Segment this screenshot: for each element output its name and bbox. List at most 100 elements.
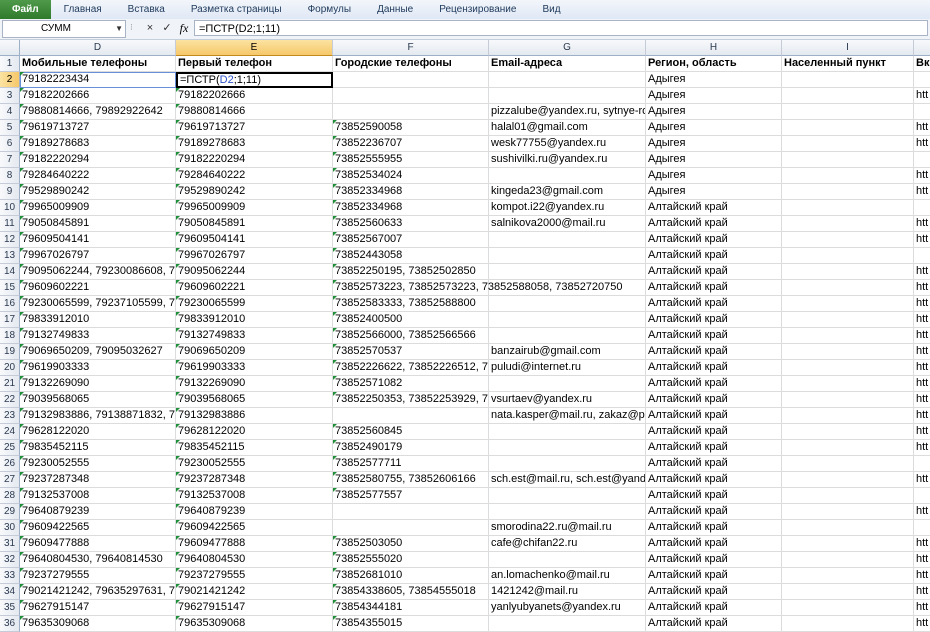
grid-cell[interactable]: 73852534024 <box>333 168 489 184</box>
grid-cell[interactable]: 79237279555 <box>20 568 176 584</box>
row-header[interactable]: 24 <box>0 424 20 440</box>
grid-cell[interactable]: Алтайский край <box>646 616 782 632</box>
grid-cell[interactable] <box>333 504 489 520</box>
grid-cell[interactable] <box>782 616 914 632</box>
tab-3[interactable]: Разметка страницы <box>178 0 295 19</box>
column-header[interactable] <box>914 40 930 56</box>
grid-cell[interactable]: 79835452115 <box>176 440 333 456</box>
grid-cell[interactable]: 73852566000, 73852566566 <box>333 328 489 344</box>
grid-cell[interactable]: Адыгея <box>646 120 782 136</box>
grid-cell[interactable]: 79609602221 <box>20 280 176 296</box>
grid-cell[interactable]: htt <box>914 264 930 280</box>
row-header[interactable]: 9 <box>0 184 20 200</box>
grid-cell[interactable]: 79619713727 <box>176 120 333 136</box>
grid-cell[interactable] <box>782 168 914 184</box>
grid-cell[interactable]: Алтайский край <box>646 280 782 296</box>
row-header[interactable]: 22 <box>0 392 20 408</box>
grid-cell[interactable]: 79189278683 <box>176 136 333 152</box>
grid-cell[interactable]: 73852250353, 73852253929, 7385 <box>333 392 489 408</box>
grid-cell[interactable]: 79640804530, 79640814530 <box>20 552 176 568</box>
grid-cell[interactable]: smorodina22.ru@mail.ru <box>489 520 646 536</box>
grid-cell[interactable]: 73852334968 <box>333 200 489 216</box>
grid-cell[interactable]: htt <box>914 568 930 584</box>
grid-cell[interactable] <box>489 232 646 248</box>
grid-cell[interactable] <box>782 440 914 456</box>
grid-cell[interactable] <box>914 456 930 472</box>
tab-1[interactable]: Главная <box>51 0 115 19</box>
grid-cell[interactable]: 73854355015 <box>333 616 489 632</box>
grid-cell[interactable]: 79609504141 <box>20 232 176 248</box>
grid-cell[interactable] <box>782 360 914 376</box>
grid-cell[interactable]: 73852503050 <box>333 536 489 552</box>
row-header[interactable]: 30 <box>0 520 20 536</box>
grid-cell[interactable] <box>782 504 914 520</box>
grid-cell[interactable]: htt <box>914 280 930 296</box>
select-all-button[interactable] <box>0 40 20 56</box>
grid-cell[interactable]: Алтайский край <box>646 584 782 600</box>
grid-cell[interactable]: htt <box>914 584 930 600</box>
grid-cell[interactable]: 79967026797 <box>20 248 176 264</box>
grid-cell[interactable]: sch.est@mail.ru, sch.est@yando <box>489 472 646 488</box>
grid-cell[interactable]: 79182202666 <box>20 88 176 104</box>
grid-cell[interactable]: 79132537008 <box>176 488 333 504</box>
grid-cell[interactable]: 73852577711 <box>333 456 489 472</box>
grid-cell[interactable]: 79640879239 <box>20 504 176 520</box>
grid-cell[interactable]: Алтайский край <box>646 296 782 312</box>
grid-cell[interactable] <box>489 280 646 296</box>
grid-cell[interactable]: vsurtaev@yandex.ru <box>489 392 646 408</box>
grid-cell[interactable] <box>782 136 914 152</box>
grid-cell[interactable] <box>782 584 914 600</box>
grid-cell[interactable]: 79640804530 <box>176 552 333 568</box>
grid-cell[interactable] <box>782 472 914 488</box>
row-header[interactable]: 31 <box>0 536 20 552</box>
grid-cell[interactable]: Алтайский край <box>646 328 782 344</box>
grid-cell[interactable]: htt <box>914 168 930 184</box>
chevron-down-icon[interactable]: ▼ <box>115 21 123 37</box>
header-cell[interactable]: Мобильные телефоны <box>20 56 176 72</box>
grid-cell[interactable] <box>782 88 914 104</box>
grid-cell[interactable]: Алтайский край <box>646 568 782 584</box>
grid-cell[interactable]: 79237287348 <box>176 472 333 488</box>
grid-cell[interactable] <box>489 504 646 520</box>
grid-cell[interactable]: htt <box>914 472 930 488</box>
grid-cell[interactable] <box>782 552 914 568</box>
column-header[interactable]: F <box>333 40 489 56</box>
grid-cell[interactable]: Алтайский край <box>646 312 782 328</box>
grid-cell[interactable]: htt <box>914 616 930 632</box>
grid-cell[interactable] <box>489 72 646 88</box>
grid-cell[interactable] <box>782 568 914 584</box>
grid-cell[interactable] <box>782 280 914 296</box>
grid-cell[interactable]: htt <box>914 600 930 616</box>
row-header[interactable]: 2 <box>0 72 20 88</box>
grid-cell[interactable]: 79965009909 <box>176 200 333 216</box>
grid-cell[interactable]: 73852490179 <box>333 440 489 456</box>
row-header[interactable]: 19 <box>0 344 20 360</box>
column-header[interactable]: I <box>782 40 914 56</box>
grid-cell[interactable]: 79230065599, 79237105599, 7923 <box>20 296 176 312</box>
tab-2[interactable]: Вставка <box>115 0 178 19</box>
grid-cell[interactable]: an.lomachenko@mail.ru <box>489 568 646 584</box>
grid-cell[interactable]: 79635309068 <box>176 616 333 632</box>
grid-cell[interactable]: Адыгея <box>646 136 782 152</box>
grid-cell[interactable]: 79050845891 <box>20 216 176 232</box>
grid-cell[interactable]: 79833912010 <box>20 312 176 328</box>
grid-cell[interactable]: 73852567007 <box>333 232 489 248</box>
grid-cell[interactable]: htt <box>914 392 930 408</box>
grid-cell[interactable]: 79880814666, 79892922642 <box>20 104 176 120</box>
grid-cell[interactable] <box>782 536 914 552</box>
grid-cell[interactable]: 79835452115 <box>20 440 176 456</box>
grid-cell[interactable]: 79237279555 <box>176 568 333 584</box>
grid-cell[interactable]: htt <box>914 120 930 136</box>
row-header[interactable]: 29 <box>0 504 20 520</box>
grid-cell[interactable]: 73852400500 <box>333 312 489 328</box>
tab-0[interactable]: Файл <box>0 0 51 19</box>
grid-cell[interactable]: 79230065599 <box>176 296 333 312</box>
grid-cell[interactable]: Алтайский край <box>646 520 782 536</box>
grid-cell[interactable]: htt <box>914 296 930 312</box>
grid-cell[interactable]: 79609477888 <box>176 536 333 552</box>
grid-cell[interactable]: 79965009909 <box>20 200 176 216</box>
tab-7[interactable]: Вид <box>529 0 573 19</box>
grid-cell[interactable]: 73852571082 <box>333 376 489 392</box>
grid-cell[interactable]: 79050845891 <box>176 216 333 232</box>
grid-cell[interactable] <box>914 520 930 536</box>
